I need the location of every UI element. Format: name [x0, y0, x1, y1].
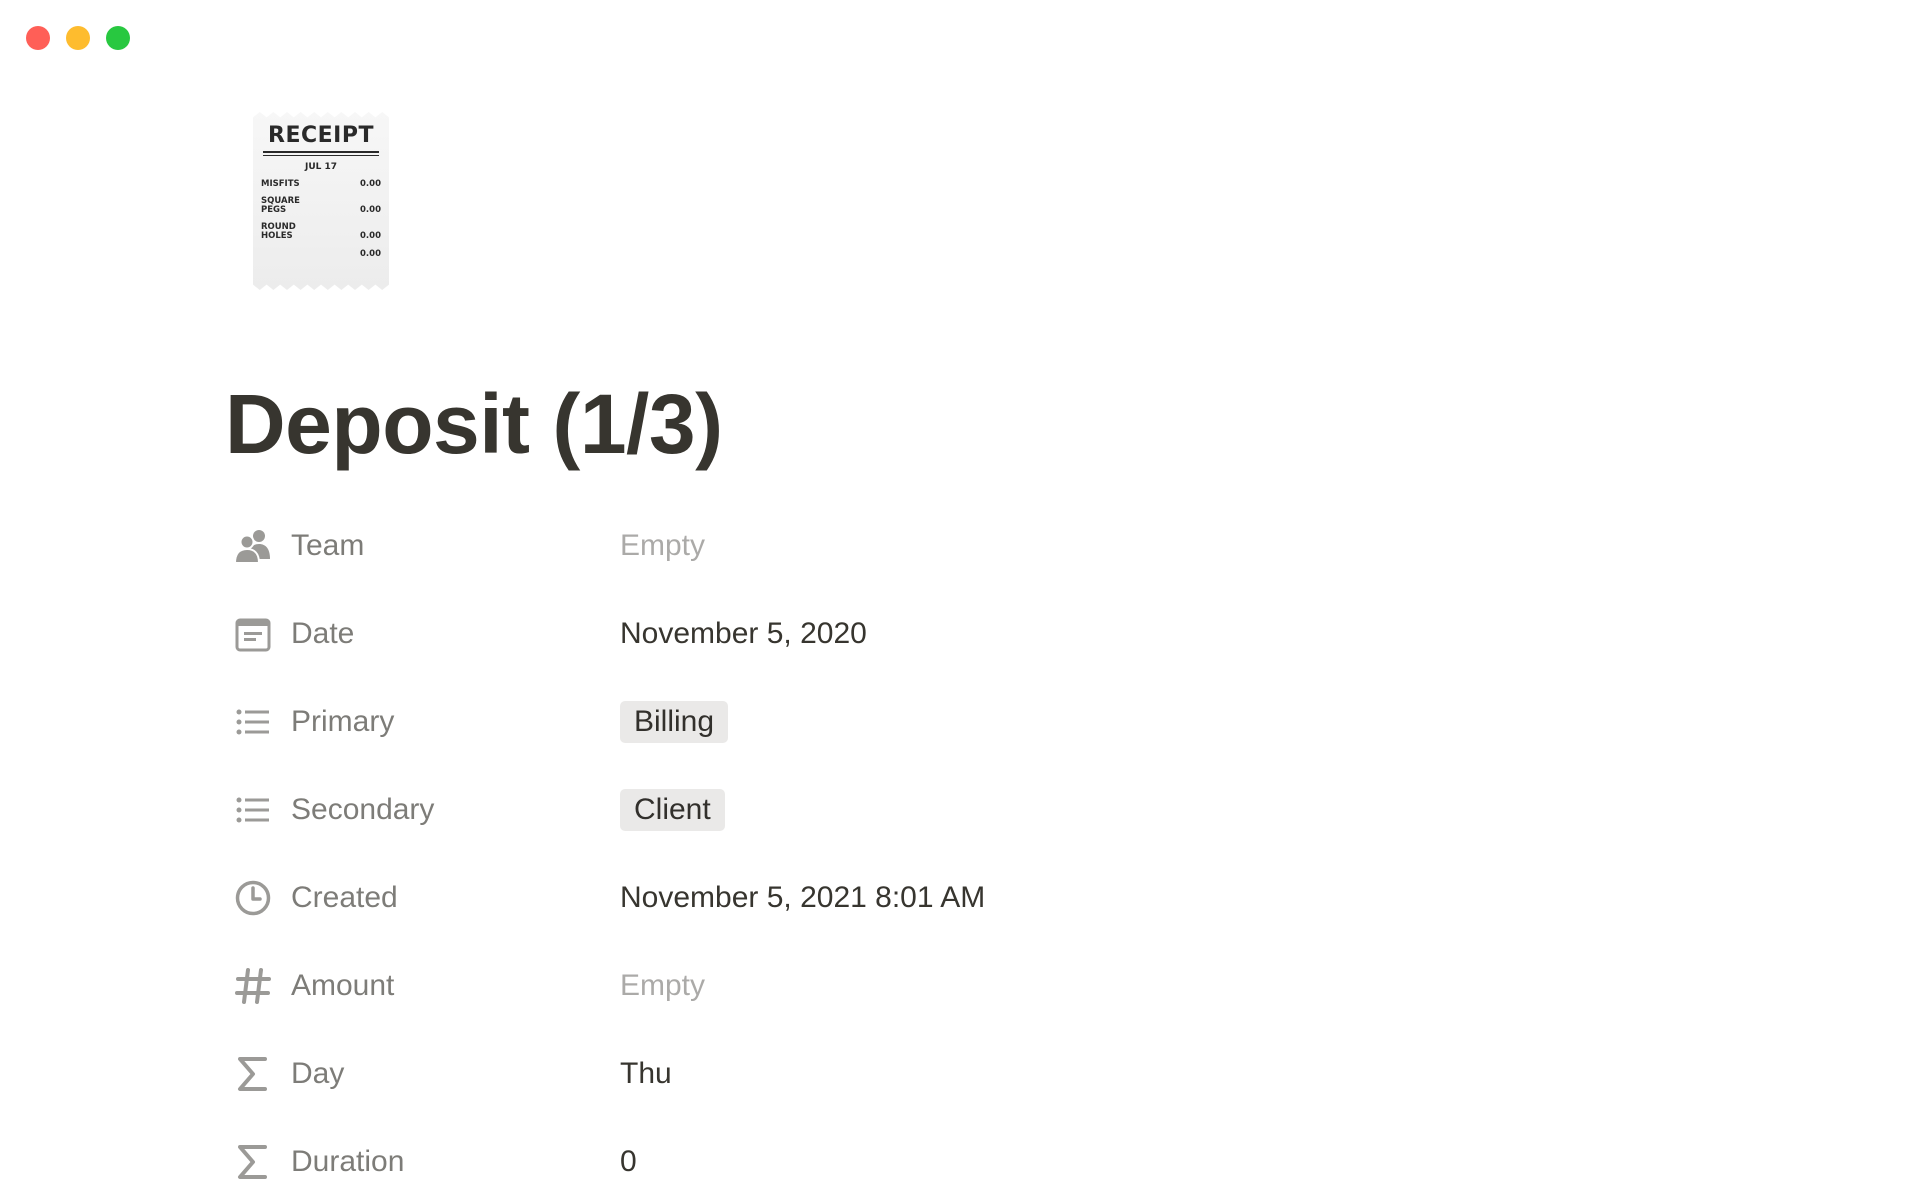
receipt-line: ROUND HOLES 0.00: [261, 223, 381, 241]
list-icon: [233, 790, 273, 830]
receipt-line-value: 0.00: [360, 231, 381, 241]
receipt-rule: [263, 155, 379, 156]
property-value[interactable]: November 5, 2020: [620, 617, 867, 651]
property-label-text: Team: [291, 529, 365, 562]
select-tag[interactable]: Billing: [620, 701, 729, 743]
property-label[interactable]: Team: [225, 526, 620, 566]
property-label[interactable]: Day: [225, 1054, 620, 1094]
page-content: RECEIPT JUL 17 MISFITS 0.00 SQUARE PEGS …: [225, 112, 1725, 1200]
receipt-total: 0.00: [360, 249, 381, 259]
select-tag[interactable]: Client: [620, 789, 725, 831]
maximize-window-button[interactable]: [106, 26, 130, 50]
receipt-date: JUL 17: [304, 162, 338, 172]
property-team: Team Empty: [225, 502, 1725, 590]
properties-list: Team Empty Date November 5, 2020 Primary…: [225, 502, 1725, 1200]
calendar-icon: [233, 614, 273, 654]
property-duration: Duration 0: [225, 1118, 1725, 1200]
receipt-line: SQUARE PEGS 0.00: [261, 197, 381, 215]
receipt-line-name: ROUND HOLES: [261, 222, 296, 241]
receipt-line-value: 0.00: [360, 179, 381, 189]
receipt-icon[interactable]: RECEIPT JUL 17 MISFITS 0.00 SQUARE PEGS …: [253, 112, 389, 290]
sigma-icon: [233, 1054, 273, 1094]
property-value: November 5, 2021 8:01 AM: [620, 881, 986, 914]
property-value[interactable]: Billing: [620, 701, 729, 743]
property-value[interactable]: Empty: [620, 969, 705, 1003]
receipt-title: RECEIPT: [268, 123, 374, 148]
page-title[interactable]: Deposit (1/3): [225, 374, 1725, 474]
receipt-line-name: MISFITS: [261, 179, 300, 189]
app-window: RECEIPT JUL 17 MISFITS 0.00 SQUARE PEGS …: [0, 0, 1920, 1200]
close-window-button[interactable]: [26, 26, 50, 50]
people-icon: [233, 526, 273, 566]
receipt-line: MISFITS 0.00: [261, 180, 381, 189]
number-icon: [233, 966, 273, 1006]
receipt-rule: [263, 151, 379, 153]
receipt-line-value: 0.00: [360, 205, 381, 215]
minimize-window-button[interactable]: [66, 26, 90, 50]
property-value[interactable]: Client: [620, 789, 725, 831]
property-label[interactable]: Date: [225, 614, 620, 654]
property-label-text: Created: [291, 881, 398, 914]
property-secondary: Secondary Client: [225, 766, 1725, 854]
property-value[interactable]: Empty: [620, 529, 705, 563]
property-day: Day Thu: [225, 1030, 1725, 1118]
property-label-text: Duration: [291, 1145, 405, 1178]
clock-icon: [233, 878, 273, 918]
property-primary: Primary Billing: [225, 678, 1725, 766]
property-label[interactable]: Created: [225, 878, 620, 918]
property-label[interactable]: Primary: [225, 702, 620, 742]
list-icon: [233, 702, 273, 742]
property-label[interactable]: Secondary: [225, 790, 620, 830]
receipt-line-name: SQUARE PEGS: [261, 196, 300, 215]
property-label[interactable]: Duration: [225, 1142, 620, 1182]
property-label-text: Secondary: [291, 793, 435, 826]
property-label-text: Primary: [291, 705, 395, 738]
property-value: 0: [620, 1145, 637, 1178]
property-label-text: Date: [291, 617, 355, 650]
sigma-icon: [233, 1142, 273, 1182]
window-controls: [26, 26, 130, 50]
property-value: Thu: [620, 1057, 672, 1090]
property-amount: Amount Empty: [225, 942, 1725, 1030]
property-created: Created November 5, 2021 8:01 AM: [225, 854, 1725, 942]
property-date: Date November 5, 2020: [225, 590, 1725, 678]
property-label-text: Day: [291, 1057, 345, 1090]
property-label-text: Amount: [291, 969, 395, 1002]
property-label[interactable]: Amount: [225, 966, 620, 1006]
